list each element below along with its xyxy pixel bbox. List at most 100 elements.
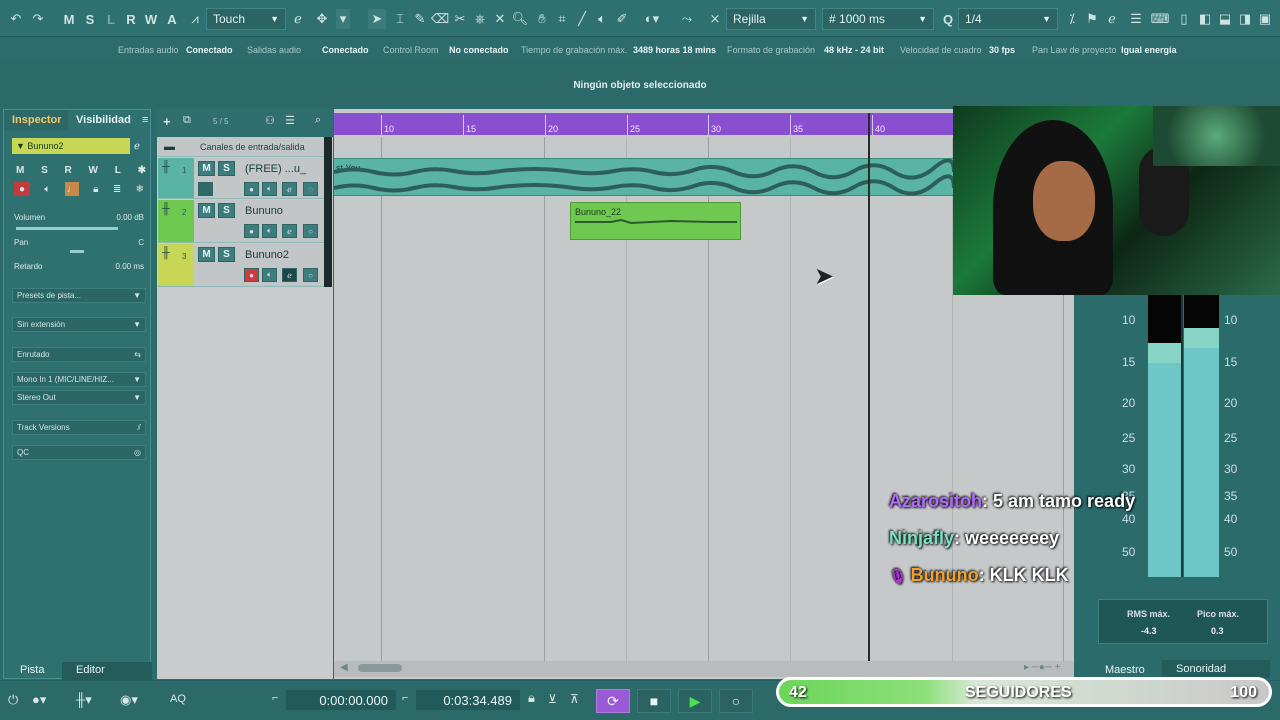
record-icon[interactable]: ● <box>244 182 259 196</box>
toolbar-s-button[interactable]: S <box>83 9 97 29</box>
read-icon[interactable]: ○ <box>303 224 318 238</box>
left-locator-time[interactable]: 0:00:00.000 <box>286 690 396 710</box>
timeline-ruler[interactable]: 10 15 20 25 30 35 40 <box>334 113 954 135</box>
input-routing-dropdown[interactable]: Mono In 1 (MIC/LINE/HIZ... ▼ <box>12 372 146 387</box>
speaker-icon[interactable]: 🔈︎ <box>594 9 610 29</box>
horizontal-scrollbar[interactable]: ◀ ▸ ─●─ + <box>334 661 1074 677</box>
volume-row[interactable]: Volumen 0.00 dB <box>14 213 144 222</box>
tab-loudness[interactable]: Sonoridad <box>1162 660 1270 678</box>
toolbar-w-button[interactable]: W <box>144 9 158 29</box>
monitor-icon[interactable]: 🔈︎ <box>262 182 277 196</box>
redo-icon[interactable]: ↷ <box>30 9 46 29</box>
quantize-dropdown[interactable]: 1/4 ▼ <box>958 8 1058 30</box>
snap-icon[interactable]: ⨯ <box>706 9 724 29</box>
record-button[interactable]: ○ <box>719 689 753 713</box>
left-locator-icon[interactable]: ⌐ <box>272 692 278 704</box>
audio-event[interactable]: st You <box>334 158 954 196</box>
solo-button[interactable]: S <box>218 203 235 218</box>
mute-button[interactable]: M <box>16 165 24 176</box>
punch-icon[interactable]: ⊻ <box>548 692 557 706</box>
playhead-cursor[interactable] <box>868 113 870 661</box>
draw-tool-icon[interactable]: ✎ <box>412 9 428 29</box>
toolbar-l-button[interactable]: L <box>104 9 118 29</box>
color-dropdown-icon[interactable]: ◐▾ <box>638 9 666 29</box>
power-icon[interactable]: ⏻ <box>8 692 18 708</box>
tab-track[interactable]: Pista <box>20 664 44 676</box>
lanes-icon[interactable]: ≣ <box>113 184 121 195</box>
listen-button[interactable]: L <box>115 165 121 176</box>
monitor-icon[interactable]: 🔈︎ <box>262 268 277 282</box>
zoom-slider-icon[interactable]: ▸ ─●─ + <box>1024 662 1061 673</box>
comp-tool-icon[interactable]: ⌗ <box>554 9 570 29</box>
solo-button[interactable]: S <box>218 161 235 176</box>
quantize-apply-icon[interactable]: ⁒ <box>1064 9 1080 29</box>
dropdown-arrow-icon[interactable]: ▾ <box>336 9 350 29</box>
pan-row[interactable]: Pan C <box>14 238 144 247</box>
snap-type-dropdown[interactable]: Rejilla ▼ <box>726 8 816 30</box>
mute-button[interactable]: M <box>198 203 215 218</box>
record-icon[interactable]: ● <box>244 268 259 282</box>
edit-in-place-icon[interactable]: ℯ <box>1104 9 1120 29</box>
audio-event[interactable]: Bununo_22 <box>570 202 741 240</box>
align-icon[interactable]: ☰ <box>1128 9 1144 29</box>
tab-visibility[interactable]: Visibilidad <box>68 110 136 130</box>
move-icon[interactable]: ✥ <box>314 9 330 29</box>
snap-value-dropdown[interactable]: # 1000 ms ▼ <box>822 8 934 30</box>
volume-slider[interactable] <box>16 227 118 230</box>
aq-label[interactable]: AQ <box>170 693 186 705</box>
record-icon[interactable]: ● <box>244 224 259 238</box>
waveform-icon[interactable]: ╫▾ <box>76 692 92 708</box>
track-presets-dropdown[interactable]: Presets de pista... ▼ <box>12 288 146 303</box>
folder-add-icon[interactable]: ⧉ <box>183 114 191 127</box>
monitor-icon[interactable]: 🔈︎ <box>44 184 50 195</box>
toolbar-r-button[interactable]: R <box>124 9 138 29</box>
play-button[interactable]: ▶ <box>678 689 712 713</box>
cycle-button[interactable]: ⟳ <box>596 689 630 713</box>
track-versions-section[interactable]: Track Versions ⫽ <box>12 420 146 435</box>
undo-icon[interactable]: ↶ <box>8 9 24 29</box>
edit-icon[interactable]: ℯ <box>290 9 306 29</box>
layout-bottom-icon[interactable]: ⬓ <box>1216 9 1234 29</box>
pan-slider[interactable] <box>70 250 84 253</box>
edit-channel-icon[interactable]: ℯ <box>130 138 144 154</box>
track-visibility-icon[interactable]: ⚇ <box>265 114 275 127</box>
selected-track-name-bar[interactable]: ▼ Bununo2 <box>12 138 130 154</box>
stop-button[interactable]: ■ <box>637 689 671 713</box>
layout-right-icon[interactable]: ◨ <box>1236 9 1254 29</box>
right-locator-icon[interactable]: ⌐ <box>402 692 408 704</box>
track-header[interactable]: ╫ 3 M S Bununo2 ● 🔈︎ ℯ ○ <box>158 244 324 287</box>
edit-icon[interactable]: ℯ <box>282 224 297 238</box>
pencil-icon[interactable]: ✐ <box>614 9 630 29</box>
layout-full-icon[interactable]: ▣ <box>1256 9 1274 29</box>
track-toggle-icon[interactable] <box>198 182 213 196</box>
hand-tool-icon[interactable]: ✋︎ <box>534 9 550 29</box>
glue-tool-icon[interactable]: ⎈ <box>472 9 488 29</box>
solo-button[interactable]: S <box>218 247 235 262</box>
mute-button[interactable]: M <box>198 161 215 176</box>
tab-editor[interactable]: Editor <box>62 662 152 680</box>
search-icon[interactable]: ⌕ <box>315 114 321 127</box>
mute-button[interactable]: M <box>198 247 215 262</box>
globe-icon[interactable]: ◉▾ <box>120 692 138 708</box>
asterisk-icon[interactable]: ✱ <box>138 165 146 176</box>
read-button[interactable]: R <box>65 165 72 176</box>
read-icon[interactable]: ◌ <box>303 182 318 196</box>
list-icon[interactable]: ☰ <box>285 114 295 127</box>
output-routing-dropdown[interactable]: Stereo Out ▼ <box>12 390 146 405</box>
lock-icon[interactable]: 🔒︎ <box>93 184 98 195</box>
freeze-icon[interactable]: ❄ <box>136 184 144 195</box>
tab-inspector[interactable]: Inspector <box>4 110 68 130</box>
auto-scroll-icon[interactable]: ⤳ <box>678 9 696 29</box>
right-locator-time[interactable]: 0:03:34.489 <box>416 690 520 710</box>
monitor-icon[interactable]: 🔈︎ <box>262 224 277 238</box>
menu-icon[interactable]: ≡ <box>134 110 152 130</box>
automation-mode-dropdown[interactable]: Touch ▼ <box>206 8 286 30</box>
toolbar-m-button[interactable]: M <box>62 9 76 29</box>
mute-tool-icon[interactable]: ✕ <box>492 9 508 29</box>
record-enable-icon[interactable]: ● <box>14 182 30 196</box>
erase-tool-icon[interactable]: ⌫ <box>431 9 449 29</box>
add-track-icon[interactable]: + <box>163 114 171 129</box>
lock-icon[interactable]: 🔒︎ <box>528 690 535 706</box>
automation-icon[interactable]: ⩘ <box>186 9 204 29</box>
qc-section[interactable]: QC ◎ <box>12 445 146 460</box>
